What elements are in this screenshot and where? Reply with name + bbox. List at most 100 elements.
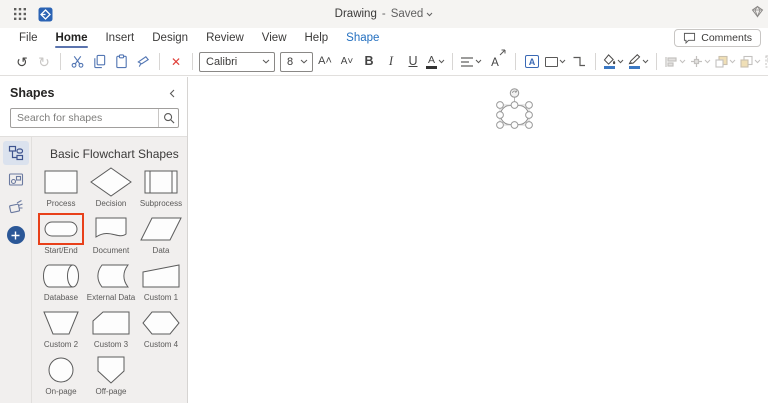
menu-home[interactable]: Home (47, 28, 97, 48)
ribbon-toolbar: ↺ ↻ ✕ Calibri 8 A˄ A˅ B I U A A A (0, 48, 768, 76)
chevron-down-icon (642, 59, 649, 64)
decision-shape-icon (90, 167, 132, 197)
align-text-button[interactable] (459, 51, 483, 73)
save-status-dropdown[interactable]: Saved (391, 8, 434, 20)
shrink-font-button[interactable]: A˅ (337, 51, 357, 73)
line-color-icon (628, 54, 641, 69)
shape-item-custom-4[interactable]: Custom 4 (136, 308, 186, 355)
bring-forward-icon (715, 55, 728, 68)
save-status-label: Saved (390, 8, 424, 20)
start-end-shape-icon (44, 221, 78, 237)
font-color-button[interactable]: A (425, 51, 446, 73)
app-launcher-icon[interactable] (14, 8, 26, 20)
shape-item-on-page[interactable]: On-page (36, 355, 86, 402)
titlebar: Drawing - Saved (0, 0, 768, 28)
text-block-icon: A (525, 55, 539, 68)
menu-help[interactable]: Help (296, 28, 338, 48)
document-title-area: Drawing - Saved (0, 0, 768, 28)
chevron-down-icon (300, 59, 308, 64)
external-data-shape-icon (97, 264, 130, 288)
shape-item-external-data[interactable]: External Data (86, 261, 136, 308)
shape-search-input[interactable] (11, 112, 158, 124)
divider (656, 53, 657, 70)
redo-button[interactable]: ↻ (34, 51, 54, 73)
search-button[interactable] (158, 109, 178, 127)
add-stencil-button[interactable] (6, 226, 25, 244)
italic-button[interactable]: I (381, 51, 401, 73)
underline-button[interactable]: U (403, 51, 423, 73)
drawing-canvas[interactable] (188, 77, 768, 403)
document-shape-icon (95, 217, 127, 238)
collapse-panel-button[interactable] (165, 87, 179, 100)
menu-shape[interactable]: Shape (337, 28, 388, 48)
comments-button[interactable]: Comments (674, 29, 761, 47)
rectangle-shape-icon (545, 56, 558, 67)
bold-button[interactable]: B (359, 51, 379, 73)
chevron-down-icon (262, 59, 270, 64)
stencil-tab-flowchart[interactable] (2, 141, 29, 165)
font-name-select[interactable]: Calibri (199, 51, 275, 72)
paste-button[interactable] (111, 51, 131, 73)
diamond-icon[interactable] (751, 5, 764, 18)
menu-design[interactable]: Design (143, 28, 197, 48)
shape-item-custom-3[interactable]: Custom 3 (86, 308, 136, 355)
stamp-icon (8, 200, 23, 214)
bring-forward-button[interactable] (714, 51, 737, 73)
shape-item-off-page[interactable]: Off-page (86, 355, 136, 402)
align-text-icon (461, 56, 473, 67)
copy-button[interactable] (89, 51, 109, 73)
position-button[interactable] (689, 51, 712, 73)
data-shape-icon (140, 217, 182, 241)
font-name-value: Calibri (206, 55, 238, 68)
selected-shape-on-canvas[interactable] (496, 86, 536, 132)
shape-item-custom-2[interactable]: Custom 2 (36, 308, 86, 355)
shape-item-custom-1[interactable]: Custom 1 (136, 261, 186, 308)
shapes-panel-title: Shapes (10, 86, 55, 100)
shape-item-subprocess[interactable]: Subprocess (136, 167, 186, 214)
text-block-button[interactable]: A (522, 51, 542, 73)
shape-item-start-end[interactable]: Start/End (36, 213, 86, 261)
chevron-down-icon (704, 59, 711, 64)
fill-color-button[interactable] (602, 51, 625, 73)
shape-item-decision[interactable]: Decision (86, 167, 136, 214)
shapes-panel-header: Shapes (0, 77, 187, 136)
chevron-down-icon (679, 59, 686, 64)
menu-view[interactable]: View (253, 28, 296, 48)
selected-shape-highlight (38, 213, 84, 245)
text-orientation-button[interactable]: A (485, 49, 506, 73)
custom-1-shape-icon (142, 264, 180, 288)
document-title[interactable]: Drawing (335, 8, 377, 20)
delete-button[interactable]: ✕ (166, 51, 186, 73)
visio-app-icon[interactable] (38, 7, 53, 22)
divider (159, 53, 160, 70)
send-backward-button[interactable] (739, 51, 762, 73)
search-icon (163, 113, 174, 124)
chevron-down-icon (438, 59, 445, 64)
cut-button[interactable] (67, 51, 87, 73)
change-shape-button[interactable] (544, 51, 567, 73)
align-objects-button[interactable] (663, 51, 687, 73)
shape-item-document[interactable]: Document (86, 214, 136, 261)
scissors-icon (71, 56, 83, 68)
connector-button[interactable] (569, 51, 589, 73)
font-size-select[interactable]: 8 (280, 51, 313, 72)
undo-button[interactable]: ↺ (12, 51, 32, 73)
menu-review[interactable]: Review (197, 28, 253, 48)
italic-icon: I (388, 54, 394, 69)
shape-item-data[interactable]: Data (136, 214, 186, 261)
on-page-shape-icon (48, 357, 74, 383)
shape-item-process[interactable]: Process (36, 167, 86, 214)
format-painter-button[interactable] (133, 51, 153, 73)
shape-grid: Process Decision Subprocess Start/End Do… (36, 167, 187, 402)
grow-font-button[interactable]: A˄ (315, 51, 335, 73)
group-button[interactable] (764, 51, 768, 73)
stencil-tab-shapes[interactable] (3, 168, 29, 192)
shapes-panel-body: Basic Flowchart Shapes Process Decision (0, 136, 187, 403)
menu-insert[interactable]: Insert (96, 28, 143, 48)
line-color-button[interactable] (627, 51, 650, 73)
shape-item-database[interactable]: Database (36, 261, 86, 308)
menu-file[interactable]: File (10, 28, 47, 48)
chevron-down-icon (729, 59, 736, 64)
grow-font-icon: A˄ (318, 55, 332, 67)
stencil-tab-my-shapes[interactable] (3, 195, 29, 219)
